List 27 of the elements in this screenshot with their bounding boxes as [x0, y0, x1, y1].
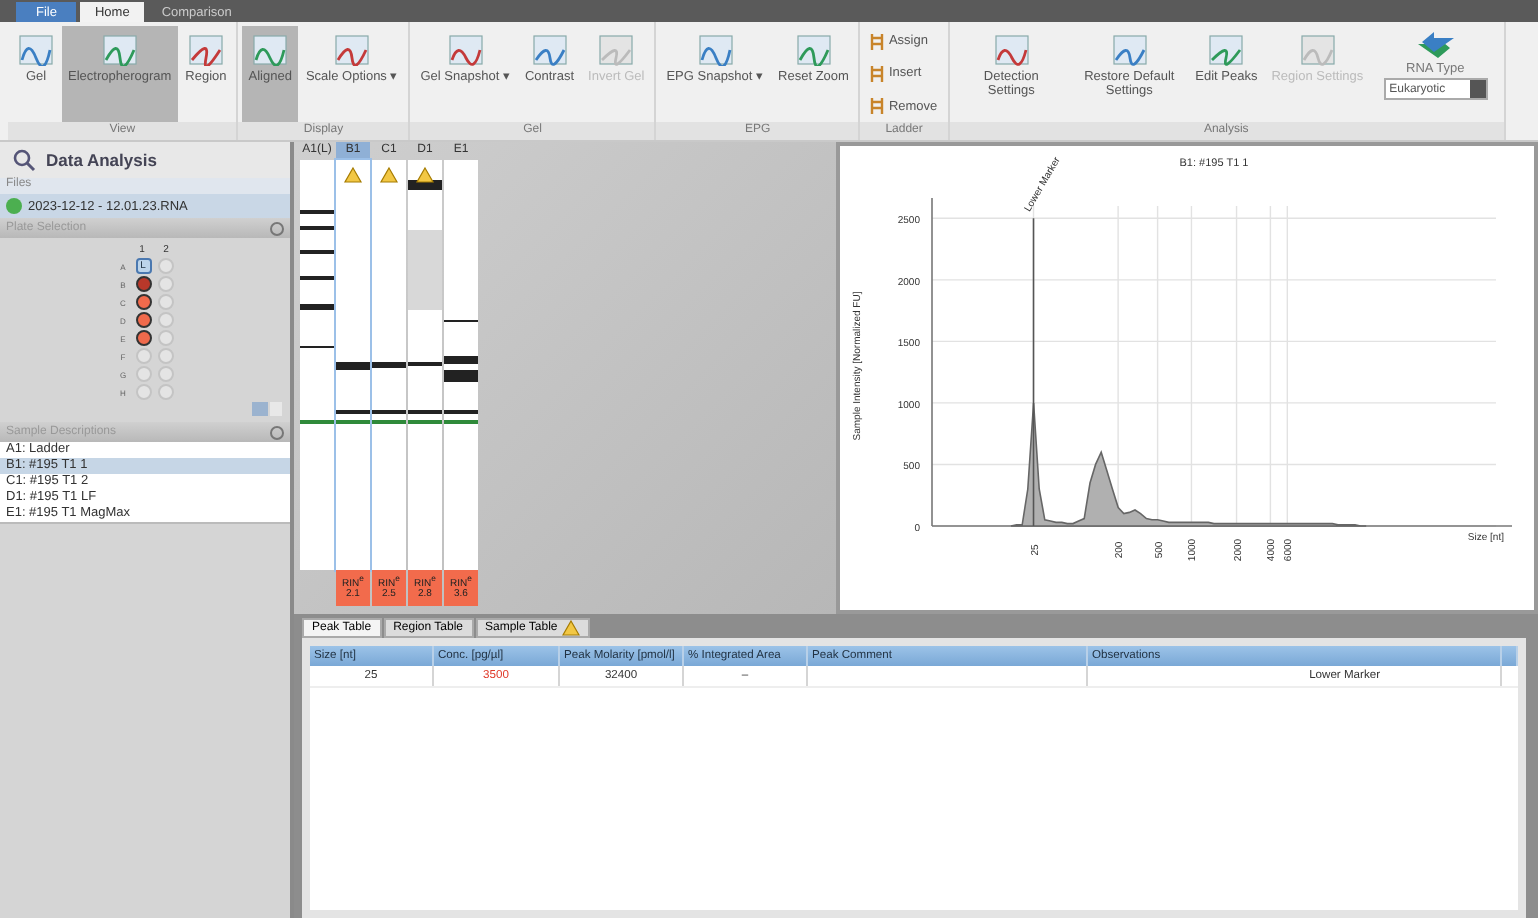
well[interactable] — [135, 330, 151, 346]
chart-icon — [447, 34, 484, 66]
chart-icon — [1111, 34, 1148, 66]
arrows-icon — [1415, 32, 1456, 60]
chart-icon — [531, 34, 568, 66]
well[interactable] — [135, 294, 151, 310]
chart-icon — [697, 34, 734, 66]
chart-icon — [334, 34, 371, 66]
chart-icon — [187, 34, 224, 66]
ladder-icon — [870, 98, 885, 115]
well[interactable] — [135, 276, 151, 292]
chart-icon — [598, 34, 635, 66]
panel-title: Data Analysis — [46, 150, 157, 170]
chart-icon — [1208, 34, 1245, 66]
ladder-icon — [870, 33, 885, 50]
chart-icon — [993, 34, 1030, 66]
chart-icon — [252, 34, 289, 66]
status-dot-icon — [6, 198, 22, 214]
chart-icon — [795, 34, 832, 66]
collapse-icon[interactable] — [270, 221, 284, 235]
chart-icon — [1299, 34, 1336, 66]
chart-icon — [18, 34, 54, 66]
ladder-icon — [870, 65, 885, 82]
chart-icon — [101, 34, 138, 66]
collapse-icon[interactable] — [270, 425, 284, 439]
well[interactable] — [135, 312, 151, 328]
search-icon — [12, 148, 36, 172]
